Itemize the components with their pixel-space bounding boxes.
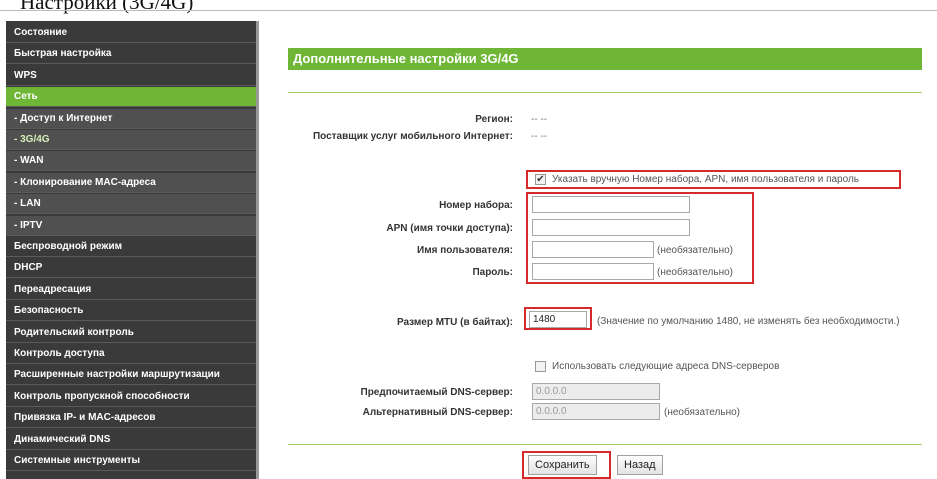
sidebar-item-3[interactable]: Сеть	[6, 87, 256, 108]
sidebar-item-8[interactable]: - LAN	[6, 194, 256, 215]
provider-value: -- --	[531, 131, 548, 142]
sidebar-item-16[interactable]: Расширенные настройки маршрутизации	[6, 365, 256, 386]
sidebar-nav: Состояние Быстрая настройка WPS Сеть - Досту…	[6, 21, 259, 479]
sidebar-item-15[interactable]: Контроль доступа	[6, 344, 256, 364]
apn-input[interactable]	[532, 219, 690, 236]
custom-dns-label: Использовать следующие адреса DNS-сервер…	[552, 361, 780, 372]
sidebar-item-18[interactable]: Привязка IP- и MAC-адресов	[6, 408, 256, 429]
sidebar-item-17[interactable]: Контроль пропускной способности	[6, 386, 256, 407]
alternate-dns-label: Альтернативный DNS-сервер:	[362, 407, 513, 418]
section-title: Дополнительные настройки 3G/4G	[288, 48, 922, 70]
sidebar-item-11[interactable]: DHCP	[6, 258, 256, 279]
sidebar-item-4[interactable]: - Доступ к Интернет	[6, 108, 256, 129]
divider	[288, 444, 922, 445]
sidebar-item-5[interactable]: - 3G/4G	[6, 130, 256, 150]
sidebar-item-13[interactable]: Безопасность	[6, 301, 256, 322]
provider-label: Поставщик услуг мобильного Интернет:	[312, 131, 513, 142]
sidebar-item-20[interactable]: Системные инструменты	[6, 451, 256, 471]
username-optional-note: (необязательно)	[657, 245, 733, 256]
region-label: Регион:	[475, 114, 513, 125]
mtu-input[interactable]	[529, 311, 587, 328]
manual-settings-label: Указать вручную Номер набора, APN, имя п…	[552, 174, 859, 185]
sidebar-item-19[interactable]: Динамический DNS	[6, 429, 256, 450]
custom-dns-checkbox[interactable]	[535, 361, 546, 372]
password-label: Пароль:	[472, 267, 513, 278]
password-optional-note: (необязательно)	[657, 267, 733, 278]
main-content: Дополнительные настройки 3G/4G Регион: -…	[260, 0, 937, 479]
divider	[288, 92, 922, 93]
dial-number-input[interactable]	[532, 196, 690, 213]
mtu-default-note: (Значение по умолчанию 1480, не изменять…	[597, 316, 900, 327]
sidebar-item-14[interactable]: Родительский контроль	[6, 322, 256, 343]
password-input[interactable]	[532, 263, 654, 280]
page-heading: Настройки (3G/4G)	[20, 0, 194, 14]
username-label: Имя пользователя:	[417, 245, 513, 256]
alternate-dns-optional-note: (необязательно)	[664, 407, 740, 418]
manual-settings-checkbox[interactable]: ✔	[535, 174, 546, 185]
sidebar-item-1[interactable]: Быстрая настройка	[6, 44, 256, 65]
dial-number-label: Номер набора:	[439, 200, 513, 211]
sidebar-item-12[interactable]: Переадресация	[6, 279, 256, 300]
apn-label: APN (имя точки доступа):	[386, 223, 513, 234]
sidebar-item-10[interactable]: Беспроводной режим	[6, 237, 256, 257]
region-value: -- --	[531, 114, 548, 125]
sidebar-item-6[interactable]: - WAN	[6, 151, 256, 172]
sidebar-item-0[interactable]: Состояние	[6, 23, 256, 43]
username-input[interactable]	[532, 241, 654, 258]
alternate-dns-input[interactable]	[532, 403, 660, 420]
sidebar-item-2[interactable]: WPS	[6, 65, 256, 86]
primary-dns-input[interactable]	[532, 383, 660, 400]
back-button[interactable]: Назад	[617, 455, 663, 475]
save-button[interactable]: Сохранить	[528, 455, 597, 475]
sidebar-item-9[interactable]: - IPTV	[6, 215, 256, 236]
sidebar-item-7[interactable]: - Клонирование MAC-адреса	[6, 172, 256, 193]
primary-dns-label: Предпочитаемый DNS-сервер:	[360, 387, 514, 398]
mtu-label: Размер MTU (в байтах):	[396, 317, 513, 328]
